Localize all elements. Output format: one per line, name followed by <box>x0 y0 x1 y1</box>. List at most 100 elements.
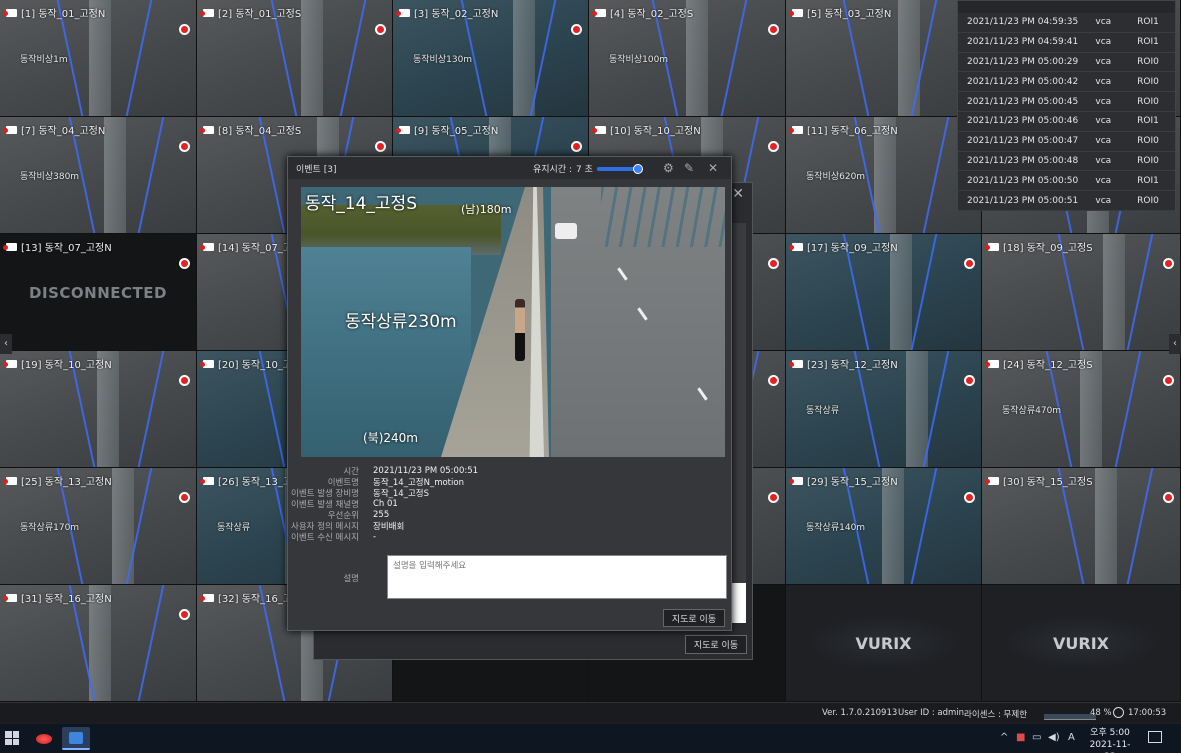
taskbar-time: 오후 5:00 <box>1090 728 1130 738</box>
camera-tile[interactable]: VURIX <box>982 585 1181 702</box>
user-id-text: User ID : admin <box>898 708 965 718</box>
camera-tile[interactable]: [4] 동작_02_고정S 동작비상100m <box>589 0 786 117</box>
event-roi: ROI1 <box>1137 175 1159 186</box>
event-roi: ROI1 <box>1137 37 1159 48</box>
event-type: vca <box>1095 116 1112 127</box>
camera-tile[interactable]: [17] 동작_09_고정N <box>786 234 982 351</box>
camera-label: [8] 동작_04_고정S <box>200 122 301 137</box>
roi-line <box>910 234 938 350</box>
browser-app-icon[interactable] <box>62 727 90 750</box>
camera-label: [29] 동작_15_고정N <box>789 473 898 488</box>
camera-overlay-text: 동작상류 <box>806 406 840 416</box>
event-row[interactable]: 2021/11/23 PM 05:00:48 vca ROI0 <box>958 152 1175 172</box>
camera-label: [5] 동작_03_고정N <box>789 5 892 20</box>
event-list: 2021/11/23 PM 04:59:35 vca ROI1 2021/11/23 … <box>957 0 1176 211</box>
camera-tile[interactable]: [29] 동작_15_고정N 동작상류140m <box>786 468 982 585</box>
event-row[interactable]: 2021/11/23 PM 05:00:50 vca ROI1 <box>958 171 1175 192</box>
camera-tile[interactable]: [11] 동작_06_고정N 동작비상620m <box>786 117 982 234</box>
tray-app-icon[interactable]: ■ <box>1016 732 1025 743</box>
bridge-railing <box>1095 468 1117 584</box>
bridge-railing <box>104 117 126 233</box>
camera-label: [3] 동작_02_고정N <box>396 5 498 20</box>
camera-tile[interactable]: [3] 동작_02_고정N 동작비상130m <box>393 0 589 117</box>
stacked-map-button[interactable]: 지도로 이동 <box>685 635 747 654</box>
event-roi: ROI0 <box>1137 136 1159 147</box>
vurix-app-icon[interactable] <box>30 727 58 750</box>
volume-icon[interactable]: ◀) <box>1048 732 1060 743</box>
pin-icon[interactable]: ✎ <box>684 161 694 175</box>
bridge-railing <box>513 0 535 116</box>
camera-tile[interactable]: [2] 동작_01_고정S <box>197 0 393 117</box>
event-roi: ROI1 <box>1137 116 1159 127</box>
event-time: 2021/11/23 PM 05:00:29 <box>967 56 1079 67</box>
taskbar-date: 2021-11-23 <box>1089 740 1131 753</box>
camera-label: [17] 동작_09_고정N <box>789 239 898 254</box>
event-row[interactable]: 2021/11/23 PM 05:00:46 vca ROI1 <box>958 112 1175 132</box>
camera-tile[interactable]: VURIX <box>786 585 982 702</box>
event-row[interactable]: 2021/11/23 PM 04:59:35 vca ROI1 <box>958 13 1175 33</box>
record-icon <box>200 8 214 17</box>
event-popup: 이벤트 [3] 유지시간 : 7 초 ⚙ ✎ ✕ 동작_14_고정S (남)18… <box>287 156 732 631</box>
description-input[interactable] <box>387 555 727 599</box>
event-row[interactable]: 2021/11/23 PM 05:00:51 vca ROI0 <box>958 191 1175 211</box>
camera-name: [11] 동작_06_고정N <box>807 126 898 137</box>
gear-icon[interactable]: ⚙ <box>663 161 674 175</box>
camera-tile[interactable]: [31] 동작_16_고정N <box>0 585 197 702</box>
event-row[interactable]: 2021/11/23 PM 05:00:47 vca ROI0 <box>958 132 1175 152</box>
tray-expand-icon[interactable]: ^ <box>1000 732 1008 743</box>
event-row[interactable]: 2021/11/23 PM 04:59:41 vca ROI1 <box>958 33 1175 53</box>
taskbar-clock[interactable]: 오후 5:00 2021-11-23 <box>1086 727 1134 753</box>
stacked-desc-box-edge <box>732 583 746 623</box>
left-panel-toggle[interactable]: ‹ <box>0 334 12 354</box>
info-row: 이벤트 발생 장비명 동작_14_고정S <box>288 487 733 499</box>
event-row[interactable]: 2021/11/23 PM 05:00:42 vca ROI0 <box>958 72 1175 93</box>
vms-app: [1] 동작_01_고정N 동작비상1m [2] 동작_01_고정S [3] 동작_0… <box>0 0 1181 753</box>
windows-start-icon[interactable] <box>5 731 19 745</box>
camera-tile[interactable]: [23] 동작_12_고정N 동작상류 <box>786 351 982 468</box>
slider-knob[interactable] <box>632 163 643 174</box>
roi-line <box>125 0 153 116</box>
camera-tile[interactable]: [24] 동작_12_고정S 동작상류470m <box>982 351 1181 468</box>
info-value: - <box>373 531 377 542</box>
camera-tile[interactable]: [19] 동작_10_고정N <box>0 351 197 468</box>
camera-tile[interactable]: [18] 동작_09_고정S <box>982 234 1181 351</box>
alarm-indicator-icon <box>179 492 190 503</box>
camera-tile[interactable]: [25] 동작_13_고정N 동작상류170m <box>0 468 197 585</box>
hold-time-slider[interactable] <box>596 163 643 174</box>
camera-tile[interactable]: [1] 동작_01_고정N 동작비상1m <box>0 0 197 117</box>
network-icon[interactable]: ▭ <box>1032 732 1041 743</box>
video-marker-north: (북)240m <box>363 431 418 445</box>
camera-name: [5] 동작_03_고정N <box>807 9 892 20</box>
event-popup-titlebar[interactable]: 이벤트 [3] 유지시간 : 7 초 ⚙ ✎ ✕ <box>288 157 731 179</box>
close-icon[interactable]: ✕ <box>732 186 744 202</box>
camera-tile[interactable]: [7] 동작_04_고정N 동작비상380m <box>0 117 197 234</box>
record-icon <box>200 125 214 134</box>
record-icon <box>3 125 17 134</box>
right-panel-toggle[interactable]: ‹ <box>1169 334 1181 354</box>
alarm-indicator-icon <box>768 141 779 152</box>
info-row: 이벤트 발생 채널명 Ch 01 <box>288 498 733 510</box>
event-video[interactable]: 동작_14_고정S (남)180m 동작상류230m (북)240m <box>301 187 725 457</box>
alarm-indicator-icon <box>964 375 975 386</box>
close-icon[interactable]: ✕ <box>708 161 718 175</box>
cpu-usage: 48 % <box>1090 708 1112 718</box>
disconnected-text: DISCONNECTED <box>29 284 167 302</box>
event-type: vca <box>1095 17 1112 28</box>
info-row: 시간 2021/11/23 PM 05:00:51 <box>288 465 733 477</box>
event-row[interactable]: 2021/11/23 PM 05:00:45 vca ROI0 <box>958 92 1175 112</box>
notification-icon[interactable] <box>1148 731 1162 743</box>
event-row[interactable]: 2021/11/23 PM 05:00:29 vca ROI0 <box>958 53 1175 73</box>
camera-tile[interactable]: [5] 동작_03_고정N <box>786 0 982 117</box>
camera-tile[interactable]: [30] 동작_15_고정S <box>982 468 1181 585</box>
camera-name: [24] 동작_12_고정S <box>1003 360 1093 371</box>
camera-overlay-text: 동작상류170m <box>20 523 80 533</box>
map-button[interactable]: 지도로 이동 <box>663 609 725 627</box>
camera-tile[interactable]: [13] 동작_07_고정N DISCONNECTED <box>0 234 197 351</box>
camera-label: [19] 동작_10_고정N <box>3 356 112 371</box>
info-row: 이벤트명 동작_14_고정N_motion <box>288 476 733 488</box>
camera-name: [7] 동작_04_고정N <box>21 126 106 137</box>
ime-indicator[interactable]: A <box>1068 732 1075 743</box>
video-person <box>515 299 525 361</box>
record-icon <box>3 593 17 602</box>
event-time: 2021/11/23 PM 05:00:46 <box>967 116 1079 127</box>
